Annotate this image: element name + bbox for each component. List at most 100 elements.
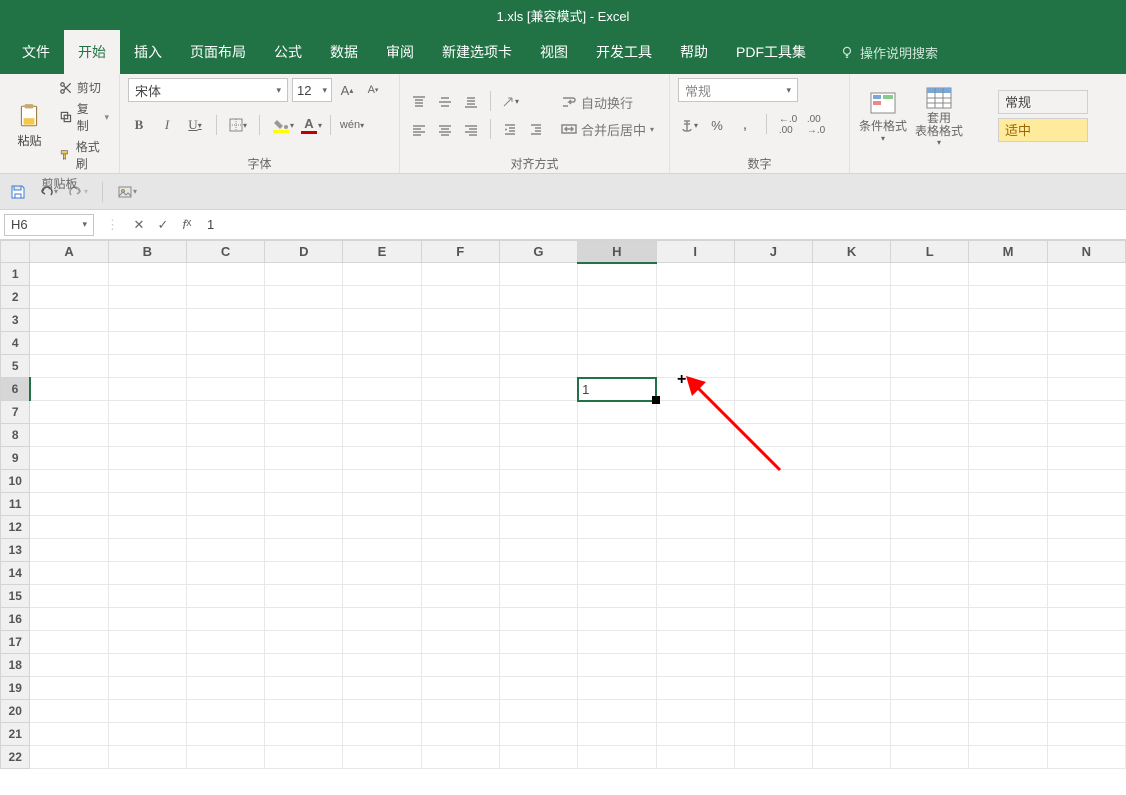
cell[interactable] [578, 723, 656, 746]
cell[interactable] [656, 378, 734, 401]
cell[interactable] [1047, 332, 1125, 355]
cell[interactable] [734, 585, 812, 608]
cell[interactable] [499, 562, 577, 585]
fill-handle[interactable] [652, 396, 660, 404]
cell[interactable] [969, 378, 1047, 401]
cell[interactable] [186, 746, 264, 769]
cell[interactable] [499, 309, 577, 332]
cell[interactable] [891, 700, 969, 723]
row-header[interactable]: 11 [1, 493, 30, 516]
row-header[interactable]: 14 [1, 562, 30, 585]
cell[interactable] [265, 631, 343, 654]
cell[interactable] [421, 539, 499, 562]
cell[interactable] [656, 516, 734, 539]
cell[interactable] [30, 608, 108, 631]
cell[interactable] [265, 332, 343, 355]
cell[interactable] [421, 654, 499, 677]
currency-button[interactable]: ▾ [678, 114, 700, 136]
cell[interactable] [265, 746, 343, 769]
cell[interactable] [734, 447, 812, 470]
cell[interactable] [969, 608, 1047, 631]
percent-button[interactable]: % [706, 114, 728, 136]
align-top-button[interactable] [408, 91, 430, 113]
cell[interactable] [734, 378, 812, 401]
cell[interactable] [891, 585, 969, 608]
cell[interactable] [30, 746, 108, 769]
cell[interactable] [499, 447, 577, 470]
cell[interactable] [578, 355, 656, 378]
cell[interactable] [578, 447, 656, 470]
cell[interactable] [30, 723, 108, 746]
cell[interactable] [656, 493, 734, 516]
cell[interactable] [891, 447, 969, 470]
cell[interactable] [108, 723, 186, 746]
cell[interactable] [969, 746, 1047, 769]
cell[interactable] [108, 608, 186, 631]
cell[interactable] [186, 493, 264, 516]
increase-indent-button[interactable] [525, 119, 547, 141]
cell[interactable] [891, 654, 969, 677]
cell[interactable] [891, 401, 969, 424]
column-header[interactable]: H [578, 241, 656, 263]
cell[interactable] [1047, 309, 1125, 332]
cell[interactable] [186, 631, 264, 654]
cell[interactable] [812, 263, 890, 286]
cell[interactable] [108, 470, 186, 493]
cell[interactable] [578, 286, 656, 309]
cell[interactable] [499, 677, 577, 700]
cell[interactable] [891, 493, 969, 516]
cell[interactable] [1047, 700, 1125, 723]
cell[interactable] [343, 723, 421, 746]
formula-input[interactable]: 1 [199, 217, 1126, 232]
cell[interactable] [656, 608, 734, 631]
cell[interactable] [656, 746, 734, 769]
cell[interactable] [30, 654, 108, 677]
cell[interactable] [969, 562, 1047, 585]
cell[interactable] [812, 746, 890, 769]
cell[interactable] [891, 309, 969, 332]
column-header[interactable]: K [812, 241, 890, 263]
cell[interactable] [30, 286, 108, 309]
comma-button[interactable]: , [734, 114, 756, 136]
row-header[interactable]: 7 [1, 401, 30, 424]
column-header[interactable]: I [656, 241, 734, 263]
cell[interactable] [812, 700, 890, 723]
row-header[interactable]: 10 [1, 470, 30, 493]
tab-view[interactable]: 视图 [526, 30, 582, 74]
cell[interactable] [421, 263, 499, 286]
cell[interactable] [343, 263, 421, 286]
cell[interactable] [656, 677, 734, 700]
cell[interactable] [578, 539, 656, 562]
cell[interactable] [186, 378, 264, 401]
row-header[interactable]: 16 [1, 608, 30, 631]
cell[interactable] [421, 424, 499, 447]
cell[interactable] [108, 677, 186, 700]
row-header[interactable]: 20 [1, 700, 30, 723]
column-header[interactable]: B [108, 241, 186, 263]
cell[interactable] [499, 539, 577, 562]
row-header[interactable]: 19 [1, 677, 30, 700]
cell[interactable] [578, 516, 656, 539]
cell[interactable] [186, 516, 264, 539]
cell[interactable] [734, 493, 812, 516]
cell[interactable] [421, 585, 499, 608]
align-bottom-button[interactable] [460, 91, 482, 113]
cell[interactable] [108, 286, 186, 309]
cell[interactable] [1047, 585, 1125, 608]
cell[interactable] [578, 424, 656, 447]
cell[interactable] [969, 470, 1047, 493]
cell[interactable] [265, 263, 343, 286]
align-right-button[interactable] [460, 119, 482, 141]
cell[interactable] [186, 424, 264, 447]
cell[interactable] [108, 562, 186, 585]
cell[interactable] [734, 654, 812, 677]
cell[interactable] [891, 263, 969, 286]
cell[interactable] [891, 378, 969, 401]
cell[interactable] [656, 447, 734, 470]
tab-formulas[interactable]: 公式 [260, 30, 316, 74]
tab-home[interactable]: 开始 [64, 30, 120, 74]
cell[interactable] [812, 723, 890, 746]
cell[interactable] [578, 631, 656, 654]
name-box[interactable]: H6 ▾ [4, 214, 94, 236]
cell[interactable] [343, 608, 421, 631]
